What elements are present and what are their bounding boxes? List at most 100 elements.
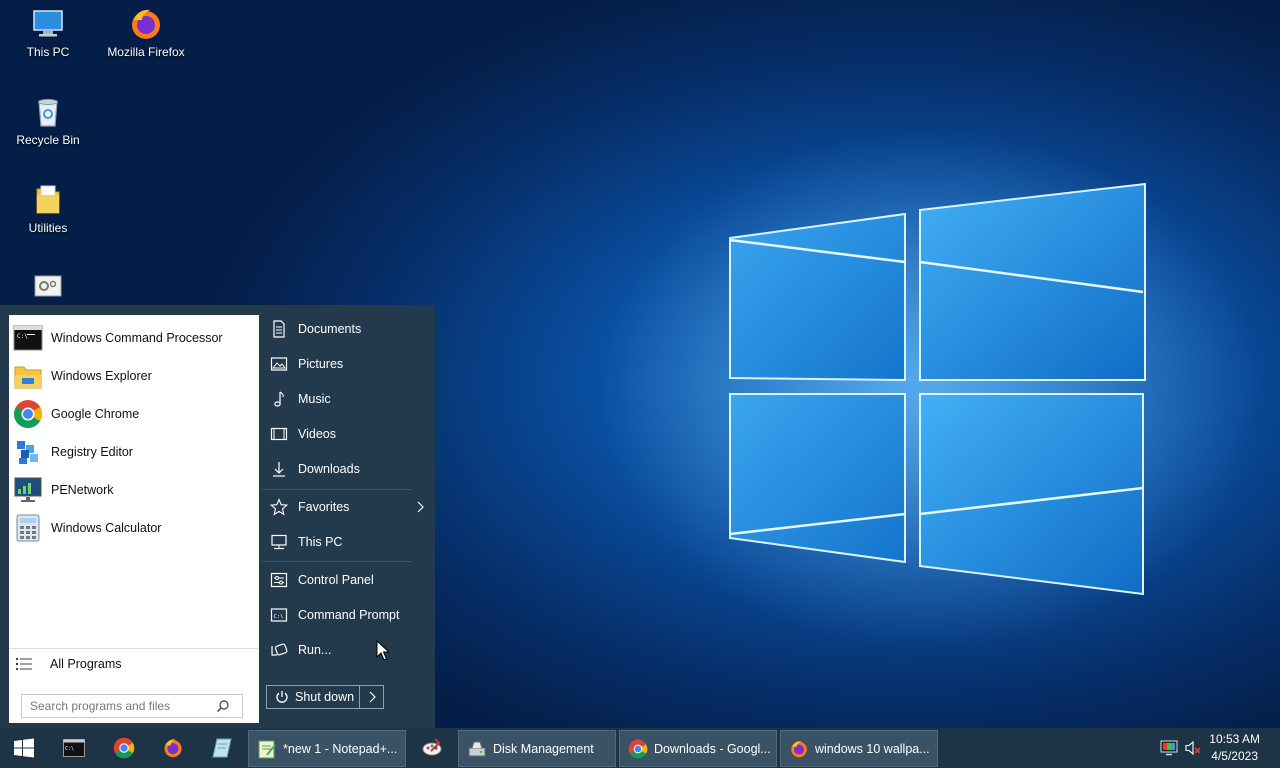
right-item-label: This PC bbox=[298, 535, 343, 549]
right-item-control-panel[interactable]: Control Panel bbox=[262, 565, 422, 595]
taskbar-window-label: Disk Management bbox=[493, 741, 594, 756]
search-box[interactable] bbox=[21, 694, 243, 718]
pinned-item-command-processor[interactable]: C:\ Windows Command Processor bbox=[9, 320, 259, 356]
clock[interactable]: 10:53 AM 4/5/2023 bbox=[1209, 731, 1260, 765]
all-programs-button[interactable]: All Programs bbox=[9, 648, 259, 678]
windows-logo-icon bbox=[14, 738, 34, 758]
start-menu: C:\ Windows Command Processor Windows Ex… bbox=[0, 305, 435, 728]
computer-icon bbox=[271, 534, 287, 550]
firefox-icon bbox=[132, 9, 160, 39]
video-icon bbox=[270, 427, 288, 441]
separator bbox=[262, 489, 412, 490]
picture-icon bbox=[270, 357, 288, 371]
pinned-item-label: Windows Explorer bbox=[51, 369, 152, 383]
taskbar-window-label: Downloads - Googl... bbox=[654, 741, 771, 756]
right-item-command-prompt[interactable]: C:\ Command Prompt bbox=[262, 600, 422, 630]
chevron-right-icon bbox=[369, 691, 376, 703]
tray-volume-button[interactable] bbox=[1182, 728, 1204, 768]
shut-down-label: Shut down bbox=[295, 690, 355, 704]
svg-text:C:\: C:\ bbox=[274, 614, 284, 620]
desktop-icon-firefox[interactable]: Mozilla Firefox bbox=[101, 6, 191, 59]
search-input[interactable] bbox=[22, 699, 212, 713]
right-item-this-pc[interactable]: This PC bbox=[262, 527, 422, 557]
registry-icon bbox=[17, 441, 38, 464]
taskbar-pin-firefox[interactable] bbox=[151, 728, 195, 768]
right-item-label: Favorites bbox=[298, 500, 350, 514]
right-item-label: Music bbox=[298, 392, 331, 406]
start-button[interactable] bbox=[0, 728, 48, 768]
settings-app-icon bbox=[34, 275, 62, 297]
desktop-icon-label: Recycle Bin bbox=[16, 133, 80, 147]
taskbar-window-notepadpp[interactable]: *new 1 - Notepad+... bbox=[248, 730, 406, 767]
explorer-folder-icon bbox=[14, 366, 42, 389]
desktop-icon-label: Utilities bbox=[28, 221, 68, 235]
svg-text:C:\: C:\ bbox=[65, 746, 74, 752]
shut-down-options-button[interactable] bbox=[359, 686, 383, 708]
taskbar-window-firefox[interactable]: windows 10 wallpa... bbox=[780, 730, 938, 767]
right-item-videos[interactable]: Videos bbox=[262, 419, 422, 449]
right-item-pictures[interactable]: Pictures bbox=[262, 349, 422, 379]
notes-icon bbox=[212, 738, 232, 758]
right-item-run[interactable]: Run... bbox=[262, 635, 422, 665]
right-item-downloads[interactable]: Downloads bbox=[262, 454, 422, 484]
desktop-icon-settings-app[interactable] bbox=[3, 270, 93, 309]
pinned-item-registry-editor[interactable]: Registry Editor bbox=[9, 434, 259, 470]
pinned-item-label: Google Chrome bbox=[51, 407, 140, 421]
command-prompt-icon: C:\ bbox=[270, 608, 288, 622]
computer-icon bbox=[33, 10, 63, 37]
right-item-documents[interactable]: Documents bbox=[262, 314, 422, 344]
tray-display-button[interactable] bbox=[1158, 728, 1180, 768]
taskbar-window-disk-management[interactable]: Disk Management bbox=[458, 730, 616, 767]
firefox-icon bbox=[791, 740, 807, 757]
desktop-icon-this-pc[interactable]: This PC bbox=[3, 6, 93, 59]
volume-muted-icon bbox=[1185, 740, 1201, 756]
display-icon bbox=[1160, 740, 1178, 756]
document-icon bbox=[273, 320, 285, 338]
all-programs-label: All Programs bbox=[50, 656, 122, 671]
right-item-label: Pictures bbox=[298, 357, 344, 371]
taskbar-window-chrome-downloads[interactable]: Downloads - Googl... bbox=[619, 730, 777, 767]
pinned-item-windows-calculator[interactable]: Windows Calculator bbox=[9, 510, 259, 546]
right-item-music[interactable]: Music bbox=[262, 384, 422, 414]
taskbar-pin-command-prompt[interactable]: C:\ bbox=[52, 728, 96, 768]
run-icon bbox=[271, 643, 288, 656]
mouse-cursor-icon bbox=[376, 640, 390, 661]
chrome-icon bbox=[14, 400, 42, 428]
right-item-favorites[interactable]: Favorites bbox=[262, 492, 427, 522]
taskbar-window-label: windows 10 wallpa... bbox=[815, 741, 930, 756]
desktop-icon-label: This PC bbox=[26, 45, 70, 59]
taskbar-pin-chrome[interactable] bbox=[102, 728, 146, 768]
power-icon bbox=[276, 691, 288, 703]
taskbar-pin-notes[interactable] bbox=[200, 728, 244, 768]
shut-down-button[interactable]: Shut down bbox=[266, 685, 384, 709]
svg-text:C:\: C:\ bbox=[17, 333, 28, 340]
pinned-item-windows-explorer[interactable]: Windows Explorer bbox=[9, 358, 259, 394]
calculator-icon bbox=[16, 514, 40, 542]
desktop-icon-recycle-bin[interactable]: Recycle Bin bbox=[3, 94, 93, 147]
right-item-label: Downloads bbox=[298, 462, 360, 476]
disk-management-icon bbox=[468, 741, 486, 756]
separator bbox=[262, 561, 412, 562]
chevron-right-icon bbox=[417, 501, 424, 513]
paint-icon bbox=[422, 738, 442, 756]
taskbar-pin-paint[interactable] bbox=[410, 728, 454, 768]
pinned-item-penetwork[interactable]: PENetwork bbox=[9, 472, 259, 508]
star-icon bbox=[270, 498, 288, 516]
network-icon bbox=[14, 477, 42, 502]
taskbar-window-label: *new 1 - Notepad+... bbox=[283, 741, 398, 756]
pinned-item-google-chrome[interactable]: Google Chrome bbox=[9, 396, 259, 432]
desktop-icon-utilities[interactable]: Utilities bbox=[3, 182, 93, 235]
desktop-icon-label: Mozilla Firefox bbox=[107, 45, 185, 59]
right-item-label: Command Prompt bbox=[298, 608, 400, 622]
clock-time: 10:53 AM bbox=[1209, 732, 1260, 746]
pinned-item-label: Windows Command Processor bbox=[51, 331, 223, 345]
taskbar: C:\ *new 1 - Notepad+... Disk Management… bbox=[0, 728, 1280, 768]
cmd-icon: C:\ bbox=[63, 739, 85, 757]
recycle-bin-icon bbox=[38, 99, 58, 127]
start-menu-pinned-pane: C:\ Windows Command Processor Windows Ex… bbox=[9, 315, 259, 723]
list-icon bbox=[16, 657, 32, 670]
music-icon bbox=[274, 391, 284, 407]
chrome-icon bbox=[113, 737, 135, 759]
right-item-label: Run... bbox=[298, 643, 332, 657]
pinned-item-label: PENetwork bbox=[51, 483, 114, 497]
